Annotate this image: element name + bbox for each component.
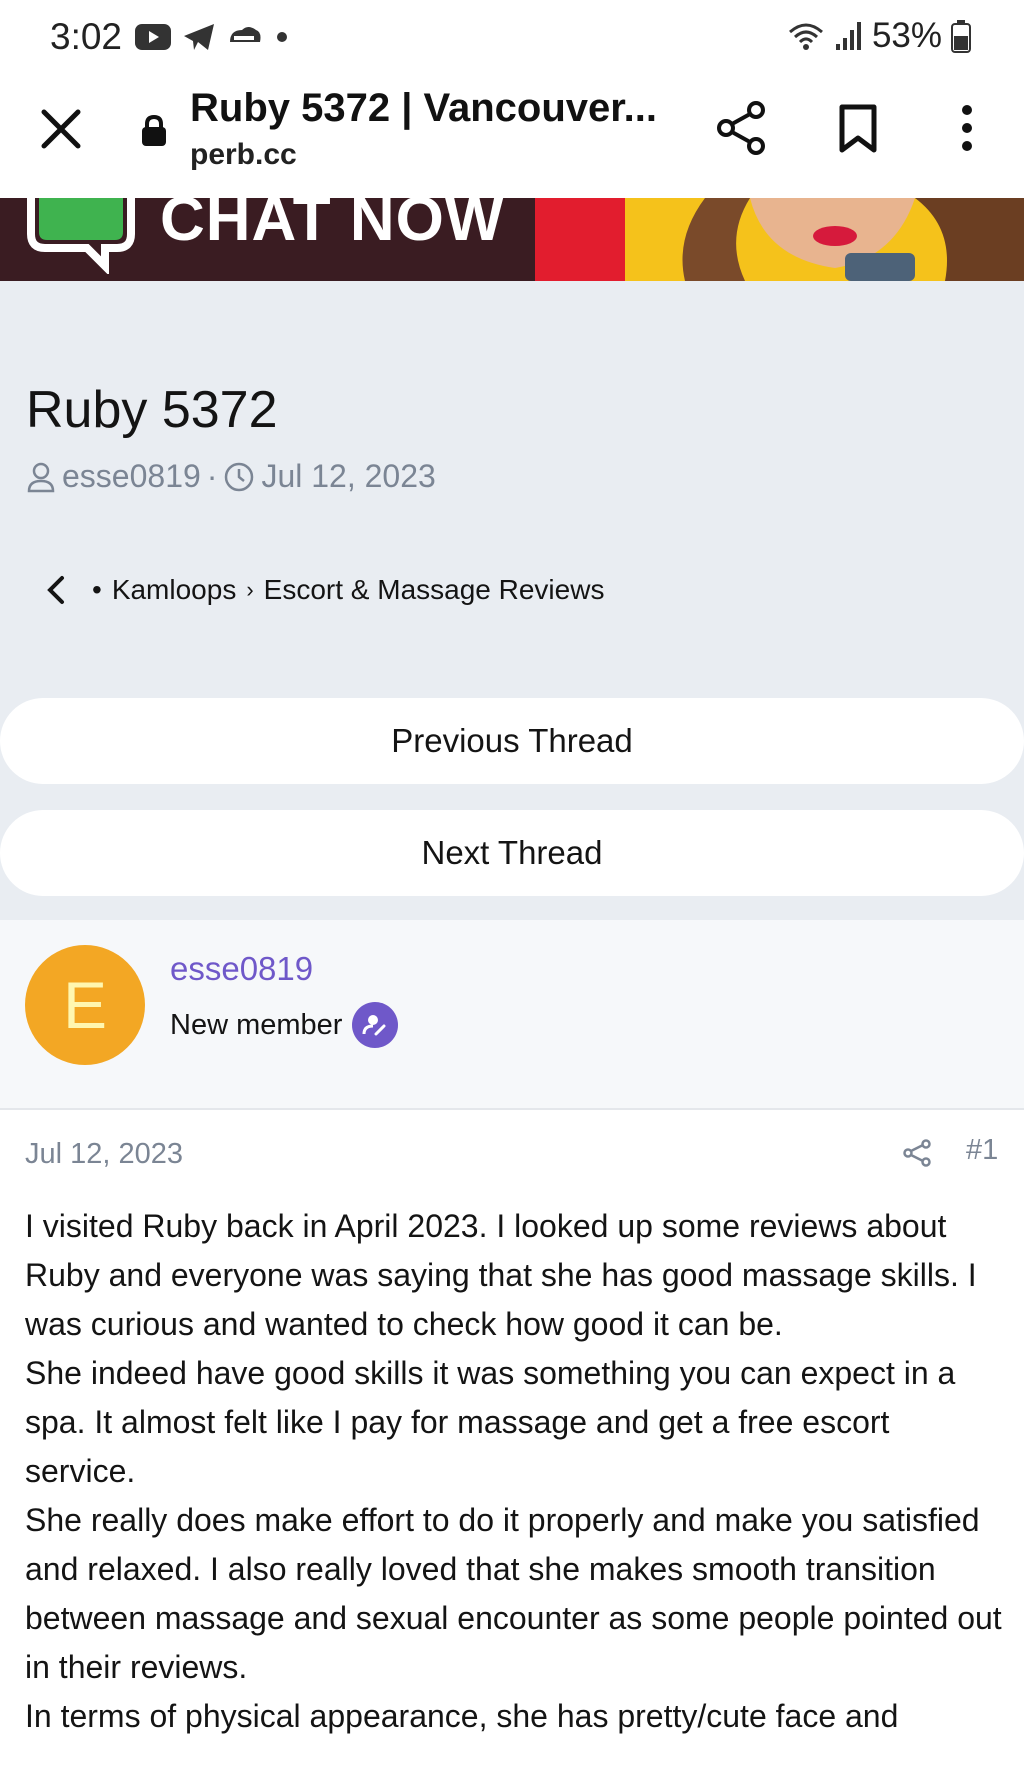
meta-separator: · bbox=[206, 458, 218, 494]
clock-icon bbox=[225, 462, 254, 491]
banner-text: CHAT NOW bbox=[160, 198, 505, 254]
page-title[interactable]: Ruby 5372 | Vancouver... bbox=[190, 86, 657, 131]
post-paragraph: In terms of physical appearance, she has… bbox=[25, 1698, 899, 1734]
url-host[interactable]: perb.cc bbox=[190, 138, 297, 172]
avatar[interactable]: E bbox=[25, 945, 145, 1065]
thread-title: Ruby 5372 bbox=[26, 381, 278, 439]
breadcrumb: • Kamloops › Escort & Massage Reviews bbox=[44, 574, 604, 606]
lock-icon bbox=[142, 114, 166, 146]
status-bar: 3:02 53% bbox=[0, 0, 1024, 76]
member-badge bbox=[352, 1002, 399, 1048]
post-number[interactable]: #1 bbox=[966, 1134, 998, 1167]
browser-toolbar: Ruby 5372 | Vancouver... perb.cc bbox=[0, 76, 1024, 198]
breadcrumb-forum[interactable]: Kamloops bbox=[112, 574, 237, 606]
previous-thread-button[interactable]: Previous Thread bbox=[0, 698, 1024, 784]
youtube-icon bbox=[135, 24, 171, 50]
member-card: E esse0819 New member bbox=[0, 920, 1024, 1110]
battery-icon bbox=[951, 20, 971, 53]
breadcrumb-section[interactable]: Escort & Massage Reviews bbox=[264, 574, 605, 606]
notification-icons bbox=[134, 22, 290, 52]
user-edit-icon bbox=[362, 1015, 386, 1036]
dot-icon bbox=[277, 32, 287, 42]
battery-percent: 53% bbox=[871, 16, 942, 55]
wifi-icon bbox=[788, 23, 823, 50]
more-icon[interactable] bbox=[952, 102, 982, 154]
share-icon[interactable] bbox=[716, 100, 768, 156]
member-role-row: New member bbox=[170, 1002, 399, 1048]
share-icon[interactable] bbox=[902, 1138, 932, 1168]
member-name[interactable]: esse0819 bbox=[170, 950, 313, 988]
member-role: New member bbox=[170, 1008, 343, 1041]
post-paragraph: I visited Ruby back in April 2023. I loo… bbox=[25, 1208, 977, 1342]
breadcrumb-bullet: • bbox=[92, 574, 102, 605]
post-body: I visited Ruby back in April 2023. I loo… bbox=[25, 1202, 1005, 1741]
signal-icon bbox=[835, 22, 861, 50]
ad-banner[interactable]: CHAT NOW bbox=[0, 198, 1024, 281]
cloud-icon bbox=[230, 27, 261, 42]
telegram-icon bbox=[184, 24, 214, 50]
chat-bubble-icon bbox=[27, 198, 135, 274]
post-paragraph: She indeed have good skills it was somet… bbox=[25, 1355, 956, 1489]
thread-date[interactable]: Jul 12, 2023 bbox=[261, 458, 435, 495]
bookmark-icon[interactable] bbox=[838, 104, 878, 154]
banner-red-stripe bbox=[535, 198, 625, 281]
close-icon[interactable] bbox=[38, 106, 84, 152]
post-date[interactable]: Jul 12, 2023 bbox=[25, 1138, 183, 1171]
next-thread-button[interactable]: Next Thread bbox=[0, 810, 1024, 896]
post-paragraph: She really does make effort to do it pro… bbox=[25, 1502, 1002, 1685]
status-time: 3:02 bbox=[50, 16, 123, 57]
chevron-left-icon[interactable] bbox=[44, 574, 66, 606]
user-icon bbox=[27, 462, 55, 492]
breadcrumb-chevron: › bbox=[246, 577, 254, 602]
thread-author[interactable]: esse0819 bbox=[62, 458, 201, 495]
thread-meta: esse0819 · Jul 12, 2023 bbox=[26, 458, 436, 495]
